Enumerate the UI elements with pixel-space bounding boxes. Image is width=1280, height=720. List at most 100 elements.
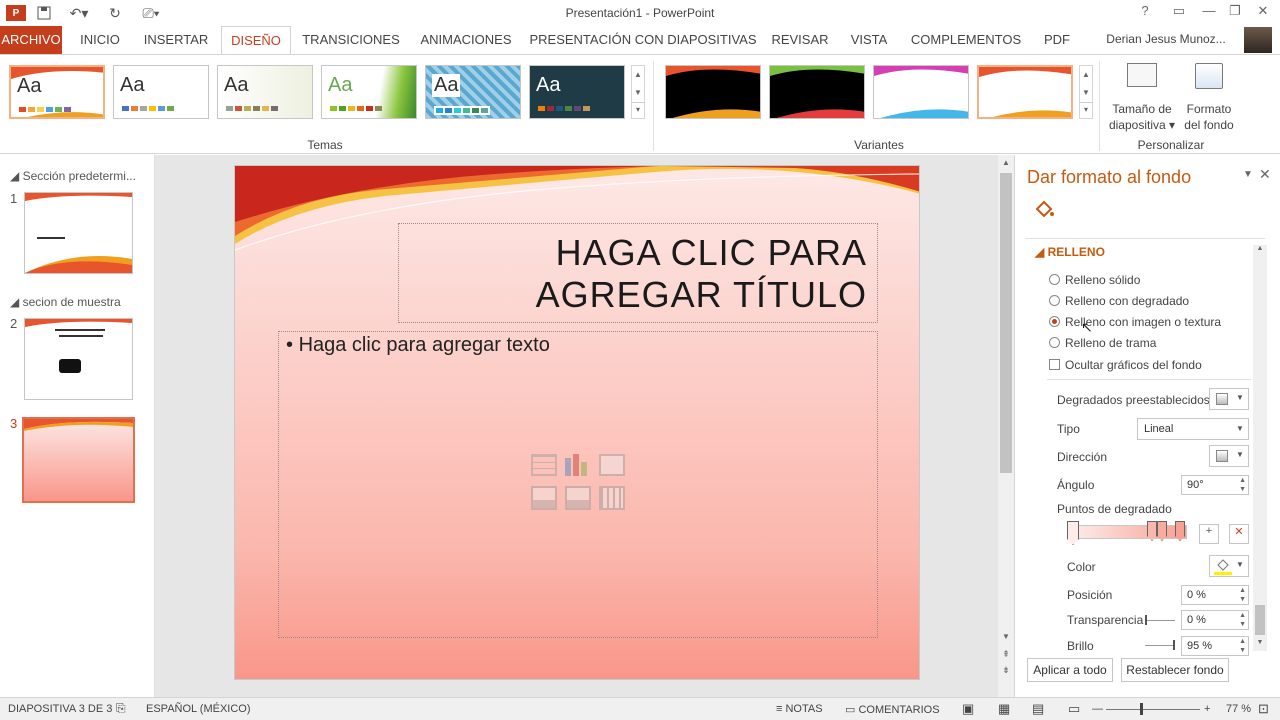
relleno-section-header[interactable]: ◢ RELLENO — [1035, 245, 1105, 259]
slide-thumb-2[interactable] — [24, 318, 133, 400]
fit-to-window-icon[interactable]: ⊡ — [1258, 701, 1269, 717]
theme-thumb-4[interactable]: Aa — [321, 65, 417, 119]
gradient-stops-bar[interactable] — [1071, 525, 1187, 539]
zoom-in-icon[interactable]: + — [1204, 703, 1210, 715]
slide-thumb-1[interactable] — [24, 192, 133, 274]
tab-complementos[interactable]: COMPLEMENTOS — [904, 26, 1028, 54]
add-gradient-stop-icon[interactable]: + — [1199, 524, 1219, 544]
radio-picture-fill[interactable] — [1049, 316, 1060, 327]
variant-thumb-3[interactable] — [873, 65, 969, 119]
tab-pdf[interactable]: PDF — [1036, 26, 1078, 54]
transparency-input[interactable]: 0 % ▲ ▼ — [1181, 610, 1249, 630]
hide-graphics-label[interactable]: Ocultar gráficos del fondo — [1065, 358, 1202, 372]
tab-vista[interactable]: VISTA — [842, 26, 896, 54]
option-pattern-fill[interactable]: Relleno de trama — [1065, 336, 1156, 350]
brightness-slider-thumb[interactable] — [1173, 640, 1175, 650]
slide-sorter-icon[interactable]: ▦ — [998, 701, 1010, 717]
pane-scrollbar[interactable]: ▲ ▼ — [1253, 245, 1267, 651]
hide-graphics-checkbox[interactable] — [1049, 359, 1060, 370]
gradient-stops-label: Puntos de degradado — [1057, 502, 1172, 516]
zoom-slider[interactable] — [1106, 709, 1200, 710]
user-name[interactable]: Derian Jesus Munoz... — [1094, 26, 1238, 54]
theme-thumb-5[interactable]: Aa — [425, 65, 521, 119]
title-placeholder[interactable]: HAGA CLIC PARA AGREGAR TÍTULO — [398, 223, 878, 323]
variant-thumb-2[interactable] — [769, 65, 865, 119]
tab-revisar[interactable]: REVISAR — [766, 26, 834, 54]
themes-scroll[interactable]: ▲ ▼ ▾ — [631, 65, 645, 119]
transparency-slider[interactable] — [1145, 620, 1175, 621]
option-gradient-fill[interactable]: Relleno con degradado — [1065, 294, 1189, 308]
apply-to-all-button[interactable]: Aplicar a todo — [1027, 658, 1113, 682]
slide-size-button[interactable]: Tamaño de diapositiva ▾ — [1106, 59, 1178, 135]
transparency-slider-thumb[interactable] — [1145, 615, 1147, 625]
spell-check-icon[interactable]: ⎘ — [116, 701, 126, 716]
restore-button[interactable]: ❐ — [1222, 3, 1248, 21]
section-header-1[interactable]: ◢ Sección predetermi... — [10, 169, 136, 183]
slide-thumb-3[interactable] — [22, 417, 135, 503]
close-button[interactable]: ✕ — [1250, 3, 1276, 21]
reading-view-icon[interactable]: ▤ — [1032, 701, 1044, 717]
tab-diseno[interactable]: DISEÑO — [221, 26, 291, 55]
insert-smartart-icon[interactable] — [599, 454, 625, 476]
direction-dropdown[interactable]: ▼ — [1209, 445, 1249, 467]
pane-options-icon[interactable]: ▼ — [1243, 169, 1253, 180]
insert-table-icon[interactable] — [531, 454, 557, 476]
zoom-out-icon[interactable]: — — [1092, 703, 1103, 715]
scrollbar-thumb[interactable] — [1000, 173, 1012, 473]
insert-video-icon[interactable] — [599, 486, 625, 510]
comments-button[interactable]: ▭ COMENTARIOS — [845, 703, 940, 716]
format-background-button[interactable]: Formato del fondo — [1180, 59, 1238, 135]
slideshow-view-icon[interactable]: ▭ — [1068, 701, 1080, 717]
insert-online-picture-icon[interactable] — [565, 486, 591, 510]
section-header-2[interactable]: ◢ secion de muestra — [10, 295, 121, 309]
tab-transiciones[interactable]: TRANSICIONES — [298, 26, 404, 54]
ribbon-display-button[interactable]: ▭ — [1166, 3, 1192, 21]
type-dropdown[interactable]: Lineal ▼ — [1137, 418, 1249, 440]
fill-bucket-icon[interactable] — [1033, 199, 1055, 221]
slide-scrollbar[interactable]: ▲ ▼ ⇞ ⇟ — [998, 155, 1014, 697]
tab-archivo[interactable]: ARCHIVO — [0, 26, 62, 54]
normal-view-icon[interactable]: ▣ — [962, 701, 974, 717]
radio-solid-fill[interactable] — [1049, 274, 1060, 285]
remove-gradient-stop-icon[interactable]: ✕ — [1229, 524, 1249, 544]
brightness-input[interactable]: 95 % ▲ ▼ — [1181, 636, 1249, 656]
insert-picture-icon[interactable] — [531, 486, 557, 510]
slide-number-1: 1 — [10, 191, 18, 206]
theme-thumb-1[interactable]: Aa — [9, 65, 105, 119]
tab-insertar[interactable]: INSERTAR — [138, 26, 214, 54]
help-button[interactable]: ? — [1132, 3, 1158, 21]
tab-animaciones[interactable]: ANIMACIONES — [412, 26, 520, 54]
previous-slide-icon[interactable]: ⇞ — [998, 649, 1014, 663]
angle-label: Ángulo — [1057, 478, 1095, 492]
theme-thumb-2[interactable]: Aa — [113, 65, 209, 119]
theme-thumb-6[interactable]: Aa — [529, 65, 625, 119]
theme-thumb-3[interactable]: Aa — [217, 65, 313, 119]
radio-gradient-fill[interactable] — [1049, 295, 1060, 306]
minimize-button[interactable]: — — [1196, 3, 1222, 21]
reset-background-button[interactable]: Restablecer fondo — [1121, 658, 1229, 682]
gradient-stop-selected[interactable] — [1067, 521, 1079, 545]
zoom-level[interactable]: 77 % — [1226, 703, 1251, 715]
position-input[interactable]: 0 % ▲ ▼ — [1181, 585, 1249, 605]
insert-chart-icon[interactable] — [565, 458, 571, 476]
variant-thumb-4[interactable] — [977, 65, 1073, 119]
brightness-slider[interactable] — [1145, 645, 1175, 646]
next-slide-icon[interactable]: ⇟ — [998, 665, 1014, 679]
pane-close-icon[interactable]: ✕ — [1259, 166, 1271, 183]
angle-input[interactable]: 90° ▲ ▼ — [1181, 475, 1249, 495]
preset-gradients-dropdown[interactable]: ▼ — [1209, 388, 1249, 410]
current-slide[interactable]: HAGA CLIC PARA AGREGAR TÍTULO • Haga cli… — [234, 165, 920, 680]
variant-thumb-1[interactable] — [665, 65, 761, 119]
content-placeholder[interactable]: • Haga clic para agregar texto — [278, 331, 878, 638]
pane-title: Dar formato al fondo — [1027, 167, 1192, 187]
language-indicator[interactable]: ESPAÑOL (MÉXICO) — [146, 703, 251, 715]
tab-presentacion[interactable]: PRESENTACIÓN CON DIAPOSITIVAS — [528, 26, 758, 54]
variants-scroll[interactable]: ▲ ▼ ▾ — [1079, 65, 1093, 119]
option-solid-fill[interactable]: Relleno sólido — [1065, 273, 1140, 287]
avatar[interactable] — [1244, 27, 1272, 53]
notes-button[interactable]: ≡ NOTAS — [776, 703, 823, 715]
radio-pattern-fill[interactable] — [1049, 337, 1060, 348]
color-picker-button[interactable]: ▼ — [1209, 555, 1249, 577]
zoom-slider-thumb[interactable] — [1140, 703, 1143, 715]
tab-inicio[interactable]: INICIO — [70, 26, 130, 54]
